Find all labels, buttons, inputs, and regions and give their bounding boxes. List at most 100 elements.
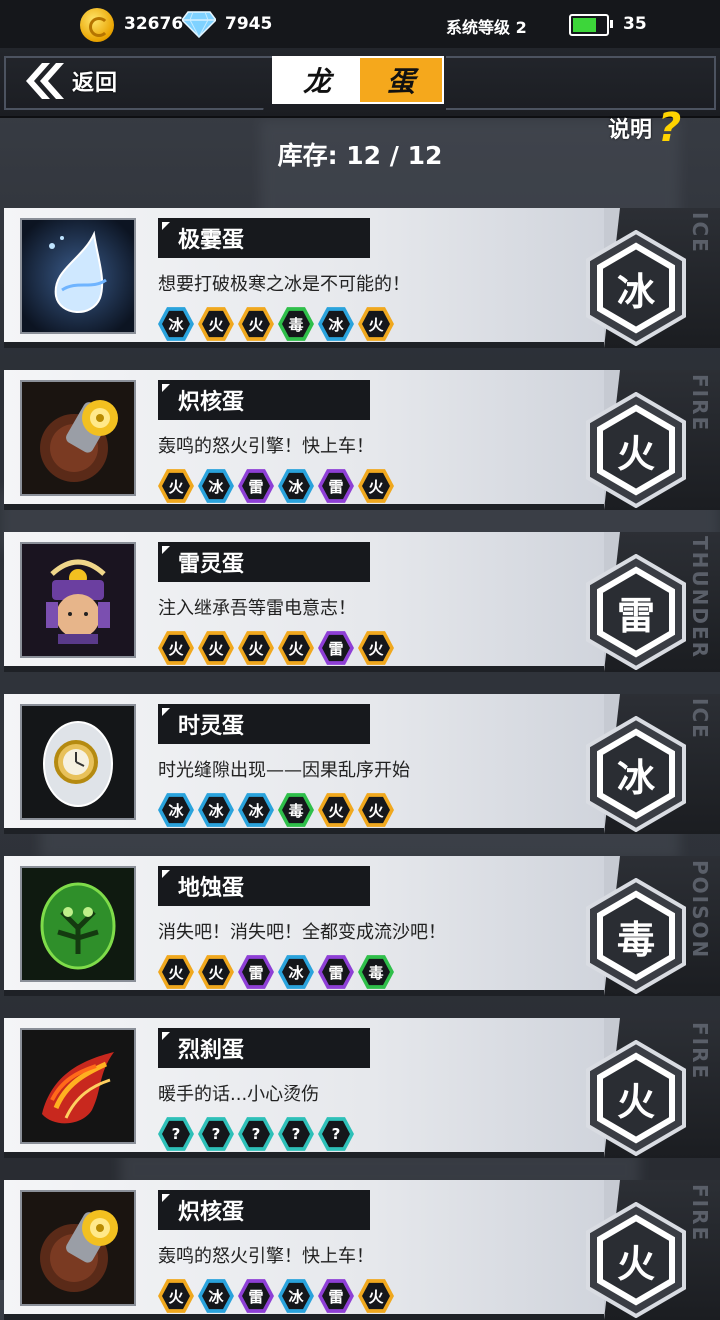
skill-hex-fire: 火 — [158, 1278, 194, 1314]
egg-name-text: 时灵蛋 — [178, 714, 245, 739]
skill-hex-fire: 火 — [158, 630, 194, 666]
egg-card-body[interactable]: HUNDREDTH 极霎蛋 想要打破极寒之冰是不可能的！ 冰火火毒冰火 — [4, 208, 616, 348]
page-title: 龙 蛋 — [272, 56, 444, 104]
nav-right-frame — [446, 56, 716, 110]
skill-label: 火 — [248, 639, 264, 658]
egg-card-body[interactable]: HUNDREDTH 烈刹蛋 暖手的话...小心烫伤 ????? — [4, 1018, 616, 1158]
element-watermark: POISON — [688, 860, 712, 960]
skill-hex-fire: 火 — [198, 954, 234, 990]
egg-name: 时灵蛋 — [158, 704, 370, 744]
tree-egg-icon — [20, 866, 136, 982]
skill-hex-fire: 火 — [318, 792, 354, 828]
skill-label: ? — [291, 1125, 301, 1143]
skill-label: 冰 — [288, 1287, 304, 1306]
skill-label: 冰 — [208, 477, 224, 496]
skill-row: 火火火火雷火 — [158, 630, 394, 666]
skill-label: 雷 — [248, 1287, 264, 1306]
egg-card: HUNDREDTH 地蚀蛋 消失吧！消失吧！全都变成流沙吧！ 火火雷冰雷毒 PO… — [4, 856, 720, 996]
inventory-count: 库存: 12 / 12 — [277, 141, 443, 170]
egg-card-body[interactable]: HUNDREDTH 炽核蛋 轰鸣的怒火引擎！快上车！ 火冰雷冰雷火 — [4, 1180, 616, 1320]
skill-hex-thunder: 雷 — [318, 954, 354, 990]
skill-hex-thunder: 雷 — [238, 1278, 274, 1314]
skill-hex-thunder: 雷 — [318, 630, 354, 666]
skill-label: 雷 — [328, 639, 344, 658]
skill-label: 火 — [328, 801, 344, 820]
element-badge[interactable]: 冰 — [584, 716, 688, 832]
egg-card: HUNDREDTH 炽核蛋 轰鸣的怒火引擎！快上车！ 火冰雷冰雷火 FIRE 火 — [4, 370, 720, 510]
skill-hex-fire: 火 — [238, 306, 274, 342]
skill-row: 火冰雷冰雷火 — [158, 468, 394, 504]
skill-hex-ice: 冰 — [278, 1278, 314, 1314]
skill-label: 火 — [368, 477, 384, 496]
double-chevron-left-icon — [26, 63, 64, 99]
skill-hex-unknown: ? — [158, 1116, 194, 1152]
skill-label: 火 — [168, 477, 184, 496]
skill-label: 毒 — [288, 801, 304, 820]
skill-hex-thunder: 雷 — [318, 1278, 354, 1314]
skill-hex-fire: 火 — [358, 1278, 394, 1314]
skill-label: ? — [211, 1125, 221, 1143]
skill-label: 冰 — [208, 1287, 224, 1306]
status-bar: 32676 7945 系统等级 2 35 — [0, 0, 720, 48]
skill-label: ? — [331, 1125, 341, 1143]
element-badge[interactable]: 火 — [584, 1202, 688, 1318]
egg-name-text: 雷灵蛋 — [178, 552, 245, 577]
element-watermark: FIRE — [688, 1184, 712, 1243]
skill-label: 火 — [168, 963, 184, 982]
skill-hex-unknown: ? — [198, 1116, 234, 1152]
skill-row: 火火雷冰雷毒 — [158, 954, 394, 990]
egg-card-body[interactable]: HUNDREDTH 时灵蛋 时光缝隙出现——因果乱序开始 冰冰冰毒火火 — [4, 694, 616, 834]
egg-card-body[interactable]: HUNDREDTH 炽核蛋 轰鸣的怒火引擎！快上车！ 火冰雷冰雷火 — [4, 370, 616, 510]
element-watermark: FIRE — [688, 1022, 712, 1081]
skill-hex-poison: 毒 — [358, 954, 394, 990]
skill-hex-fire: 火 — [238, 630, 274, 666]
element-label: 冰 — [616, 269, 655, 314]
skill-label: 冰 — [248, 801, 264, 820]
gold-amount: 32676 — [124, 14, 184, 34]
page-title-left: 龙 — [274, 58, 360, 102]
egg-name-text: 烈刹蛋 — [178, 1038, 245, 1063]
skill-label: 雷 — [328, 477, 344, 496]
skill-row: ????? — [158, 1116, 354, 1152]
back-label: 返回 — [72, 71, 119, 96]
egg-card-body[interactable]: HUNDREDTH 雷灵蛋 注入继承吾等雷电意志！ 火火火火雷火 — [4, 532, 616, 672]
system-level: 系统等级 2 — [446, 18, 527, 37]
skill-label: 冰 — [168, 315, 184, 334]
egg-card-body[interactable]: HUNDREDTH 地蚀蛋 消失吧！消失吧！全都变成流沙吧！ 火火雷冰雷毒 — [4, 856, 616, 996]
skill-label: 火 — [208, 315, 224, 334]
egg-name-text: 极霎蛋 — [178, 228, 245, 253]
skill-hex-ice: 冰 — [278, 954, 314, 990]
element-label: 毒 — [616, 917, 655, 962]
skill-hex-ice: 冰 — [318, 306, 354, 342]
egg-name: 极霎蛋 — [158, 218, 370, 258]
samurai-egg-icon — [20, 542, 136, 658]
diamond-icon — [182, 11, 216, 38]
page-title-right: 蛋 — [360, 58, 442, 102]
skill-label: 火 — [288, 639, 304, 658]
egg-description: 消失吧！消失吧！全都变成流沙吧！ — [158, 922, 446, 943]
skill-label: 雷 — [328, 1287, 344, 1306]
back-button[interactable]: 返回 — [20, 58, 130, 104]
element-badge[interactable]: 火 — [584, 392, 688, 508]
skill-label: 火 — [368, 639, 384, 658]
skill-label: 冰 — [288, 477, 304, 496]
skill-label: 冰 — [208, 801, 224, 820]
element-badge[interactable]: 雷 — [584, 554, 688, 670]
element-label: 火 — [616, 1241, 655, 1286]
element-badge[interactable]: 毒 — [584, 878, 688, 994]
ice-drop-egg-icon — [20, 218, 136, 334]
skill-hex-ice: 冰 — [198, 792, 234, 828]
element-label: 雷 — [616, 593, 655, 638]
skill-hex-thunder: 雷 — [238, 954, 274, 990]
skill-hex-ice: 冰 — [198, 468, 234, 504]
egg-card: HUNDREDTH 炽核蛋 轰鸣的怒火引擎！快上车！ 火冰雷冰雷火 FIRE 火 — [4, 1180, 720, 1320]
element-badge[interactable]: 火 — [584, 1040, 688, 1156]
skill-label: 冰 — [328, 315, 344, 334]
egg-description: 轰鸣的怒火引擎！快上车！ — [158, 436, 374, 457]
skill-label: 冰 — [168, 801, 184, 820]
gem-amount: 7945 — [225, 14, 273, 34]
skill-hex-fire: 火 — [278, 630, 314, 666]
egg-card: HUNDREDTH 烈刹蛋 暖手的话...小心烫伤 ????? FIRE 火 — [4, 1018, 720, 1158]
element-badge[interactable]: 冰 — [584, 230, 688, 346]
egg-name-text: 地蚀蛋 — [178, 876, 245, 901]
